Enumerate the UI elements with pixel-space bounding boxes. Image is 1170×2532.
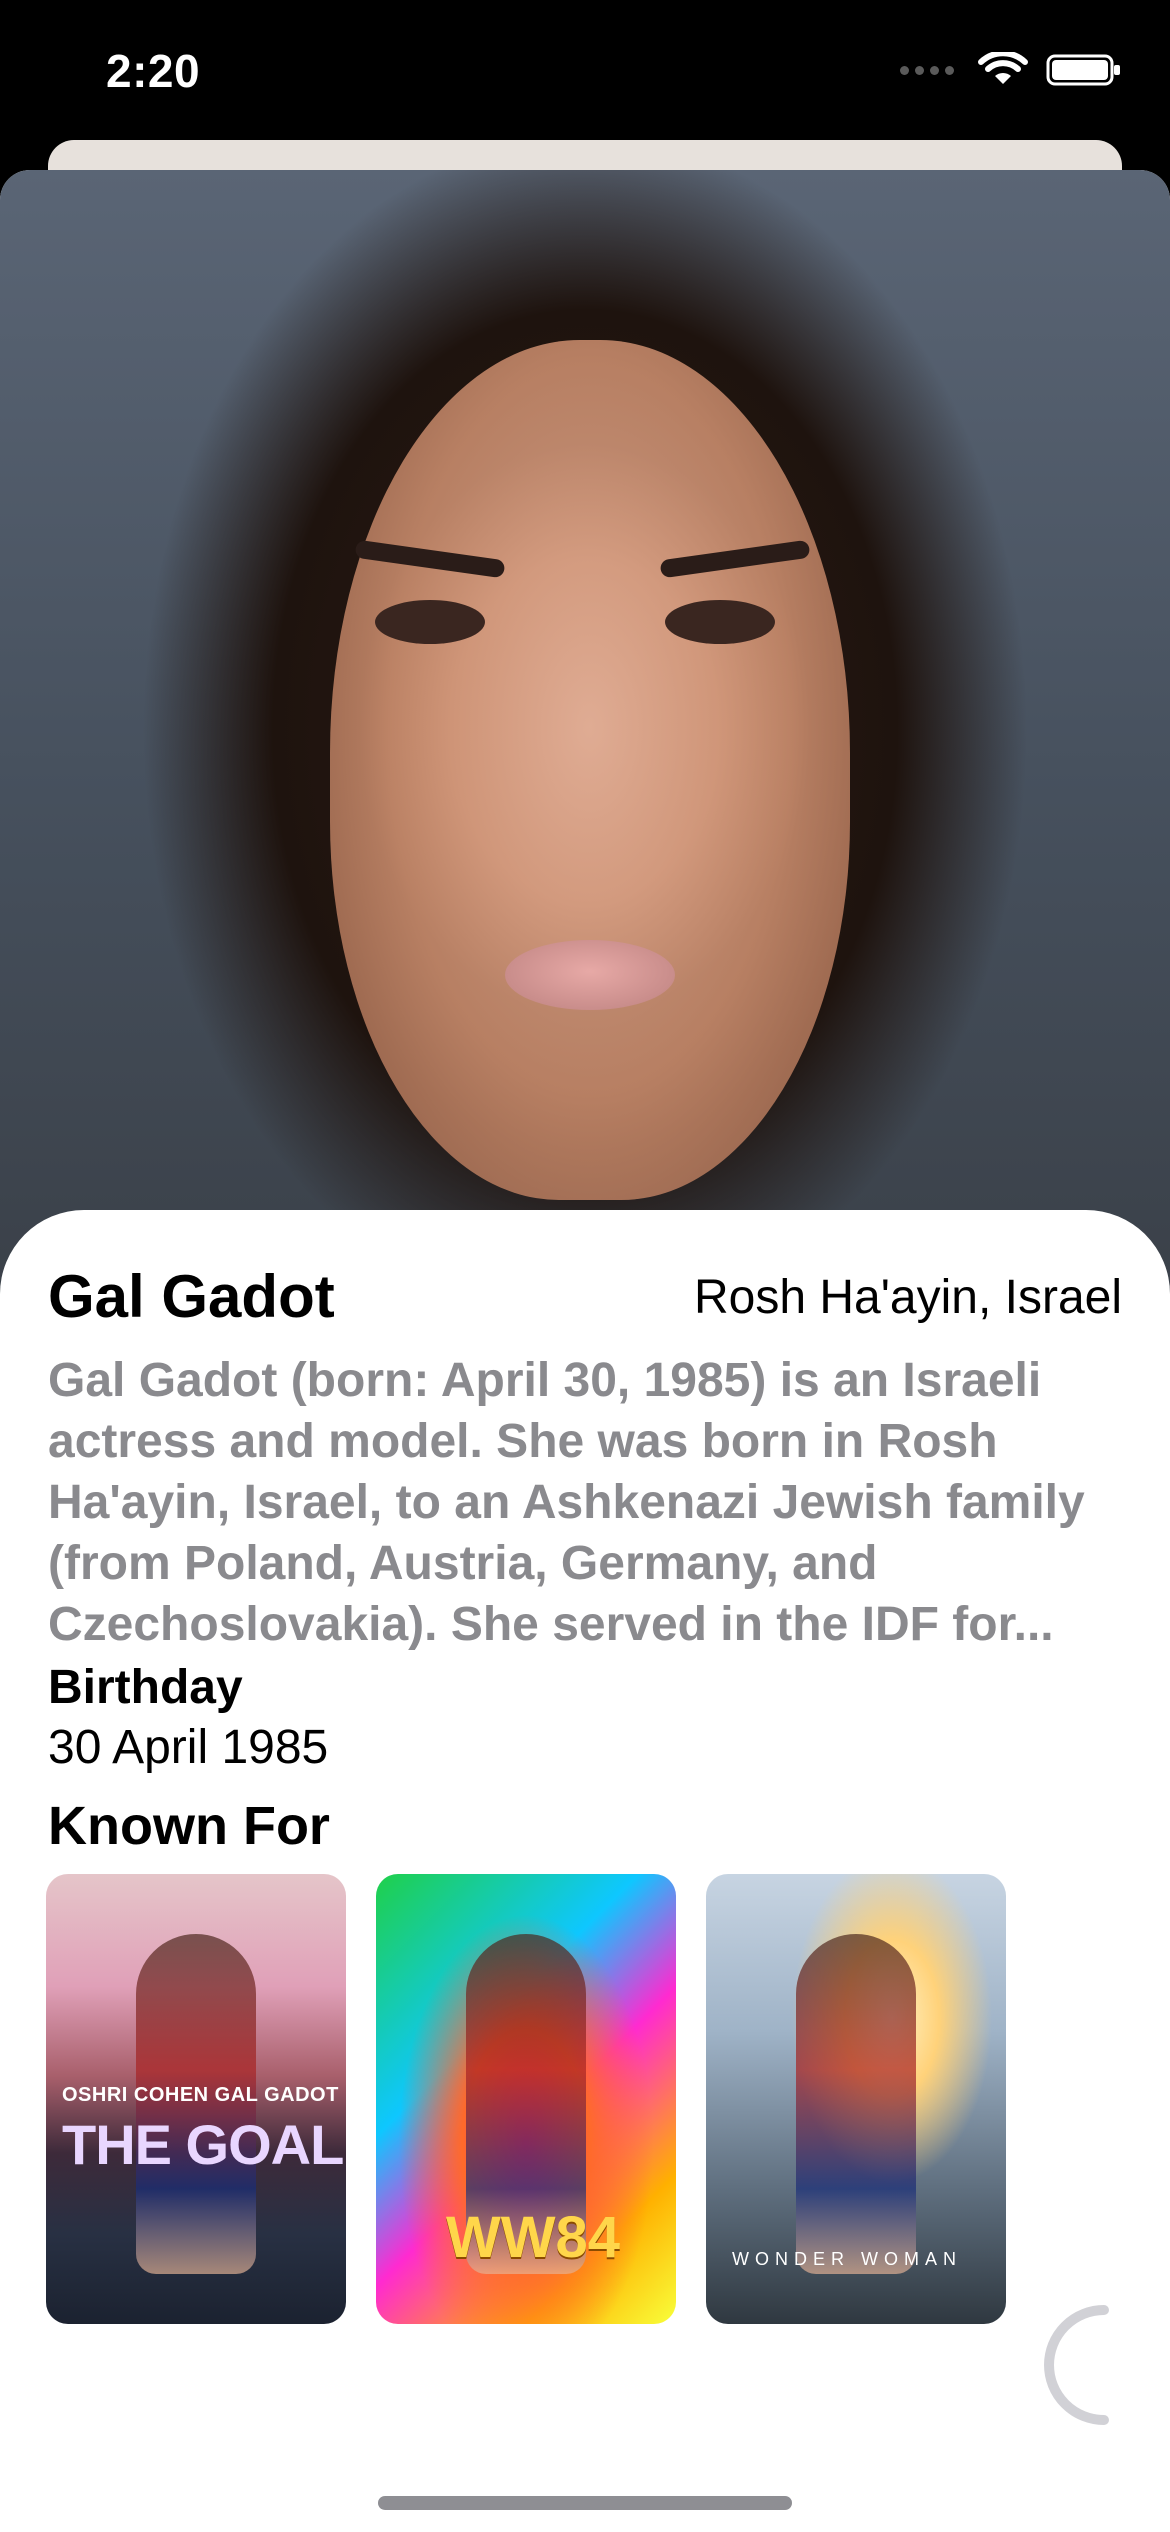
status-bar: 2:20 xyxy=(0,0,1170,150)
poster-artwork xyxy=(796,1934,916,2274)
movie-poster-wonder-woman[interactable]: WONDER WOMAN xyxy=(706,1874,1006,2324)
poster-credit-text: OSHRI COHEN GAL GADOT xyxy=(62,2084,339,2106)
battery-icon xyxy=(1046,54,1120,86)
status-time: 2:20 xyxy=(106,45,201,97)
birthday-label: Birthday xyxy=(48,1661,243,1714)
signal-icon xyxy=(900,65,954,75)
place-of-birth: Rosh Ha'ayin, Israel xyxy=(693,1271,1122,1324)
person-info-card: Gal Gadot Rosh Ha'ayin, Israel Gal Gadot… xyxy=(0,1210,1170,2532)
person-detail-sheet: Gal Gadot Rosh Ha'ayin, Israel Gal Gadot… xyxy=(0,170,1170,2532)
person-name: Gal Gadot xyxy=(48,1263,335,1330)
movie-poster-ww84[interactable]: WW84 xyxy=(376,1874,676,2324)
movie-poster-the-goal[interactable]: OSHRI COHEN GAL GADOT THE GOAL xyxy=(46,1874,346,2324)
wifi-icon xyxy=(978,52,1028,84)
poster-title: WW84 xyxy=(446,2205,620,2270)
known-for-heading: Known For xyxy=(48,1796,330,1856)
loading-spinner-icon xyxy=(1044,2305,1109,2425)
biography-text[interactable]: Gal Gadot (born: April 30, 1985) is an I… xyxy=(48,1350,1128,1655)
poster-title: WONDER WOMAN xyxy=(732,2249,962,2269)
profile-photo xyxy=(0,170,1170,1310)
home-indicator[interactable] xyxy=(378,2496,792,2510)
status-icons xyxy=(900,52,1122,88)
poster-title: THE GOAL xyxy=(62,2113,344,2176)
known-for-carousel[interactable]: OSHRI COHEN GAL GADOT THE GOAL WW84 WOND… xyxy=(46,1874,1006,2324)
birthday-value: 30 April 1985 xyxy=(48,1721,329,1774)
